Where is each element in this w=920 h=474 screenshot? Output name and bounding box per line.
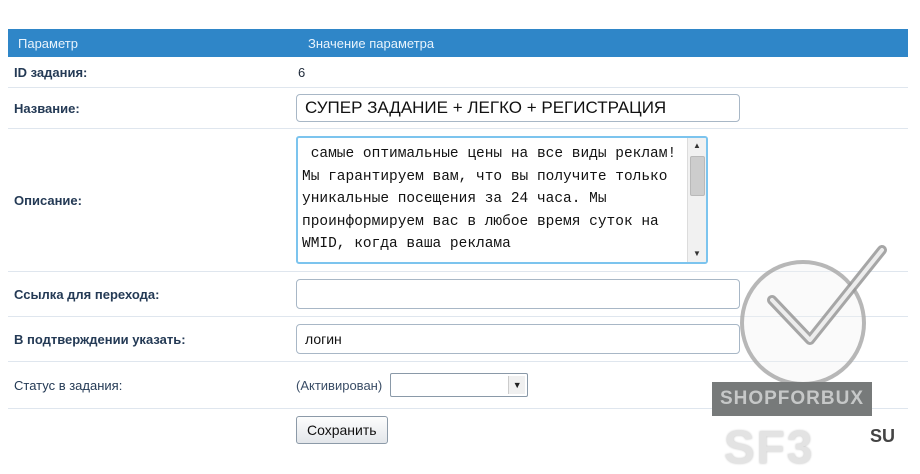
watermark-banner: SHOPFORBUX — [712, 382, 872, 416]
id-label: ID задания: — [14, 64, 88, 80]
confirm-label: В подтверждении указать: — [14, 331, 186, 347]
status-text: (Активирован) — [296, 377, 383, 393]
link-input[interactable] — [296, 279, 740, 309]
watermark: SHOPFORBUX SF3 SU — [710, 230, 920, 473]
description-textarea[interactable]: самые оптимальные цены на все виды рекла… — [296, 136, 708, 264]
watermark-brand: SF3 — [724, 421, 815, 473]
checkmark-icon — [767, 245, 887, 345]
confirm-input[interactable]: логин — [296, 324, 740, 354]
name-input[interactable]: СУПЕР ЗАДАНИЕ + ЛЕГКО + РЕГИСТРАЦИЯ — [296, 94, 740, 122]
scroll-thumb[interactable] — [690, 156, 705, 196]
header-param: Параметр — [18, 35, 78, 51]
confirm-input-value: логин — [305, 331, 342, 347]
description-scrollbar[interactable]: ▲ ▼ — [687, 138, 706, 262]
save-button[interactable]: Сохранить — [296, 416, 388, 444]
table-header: Параметр Значение параметра — [8, 29, 908, 57]
description-label: Описание: — [14, 192, 82, 208]
description-text: самые оптимальные цены на все виды рекла… — [302, 146, 685, 252]
header-value: Значение параметра — [308, 35, 435, 51]
row-name: Название: СУПЕР ЗАДАНИЕ + ЛЕГКО + РЕГИСТ… — [8, 88, 908, 129]
id-value: 6 — [298, 64, 306, 80]
scroll-up-icon[interactable]: ▲ — [688, 138, 706, 154]
status-label: Статус в задания: — [14, 377, 123, 393]
scroll-down-icon[interactable]: ▼ — [688, 246, 706, 262]
name-input-value: СУПЕР ЗАДАНИЕ + ЛЕГКО + РЕГИСТРАЦИЯ — [305, 98, 667, 117]
row-id: ID задания: 6 — [8, 57, 908, 88]
dropdown-arrow-icon[interactable]: ▼ — [508, 376, 526, 394]
name-label: Название: — [14, 100, 80, 116]
link-label: Ссылка для перехода: — [14, 286, 160, 302]
status-select[interactable]: ▼ — [390, 373, 529, 397]
watermark-tld: SU — [870, 426, 896, 446]
